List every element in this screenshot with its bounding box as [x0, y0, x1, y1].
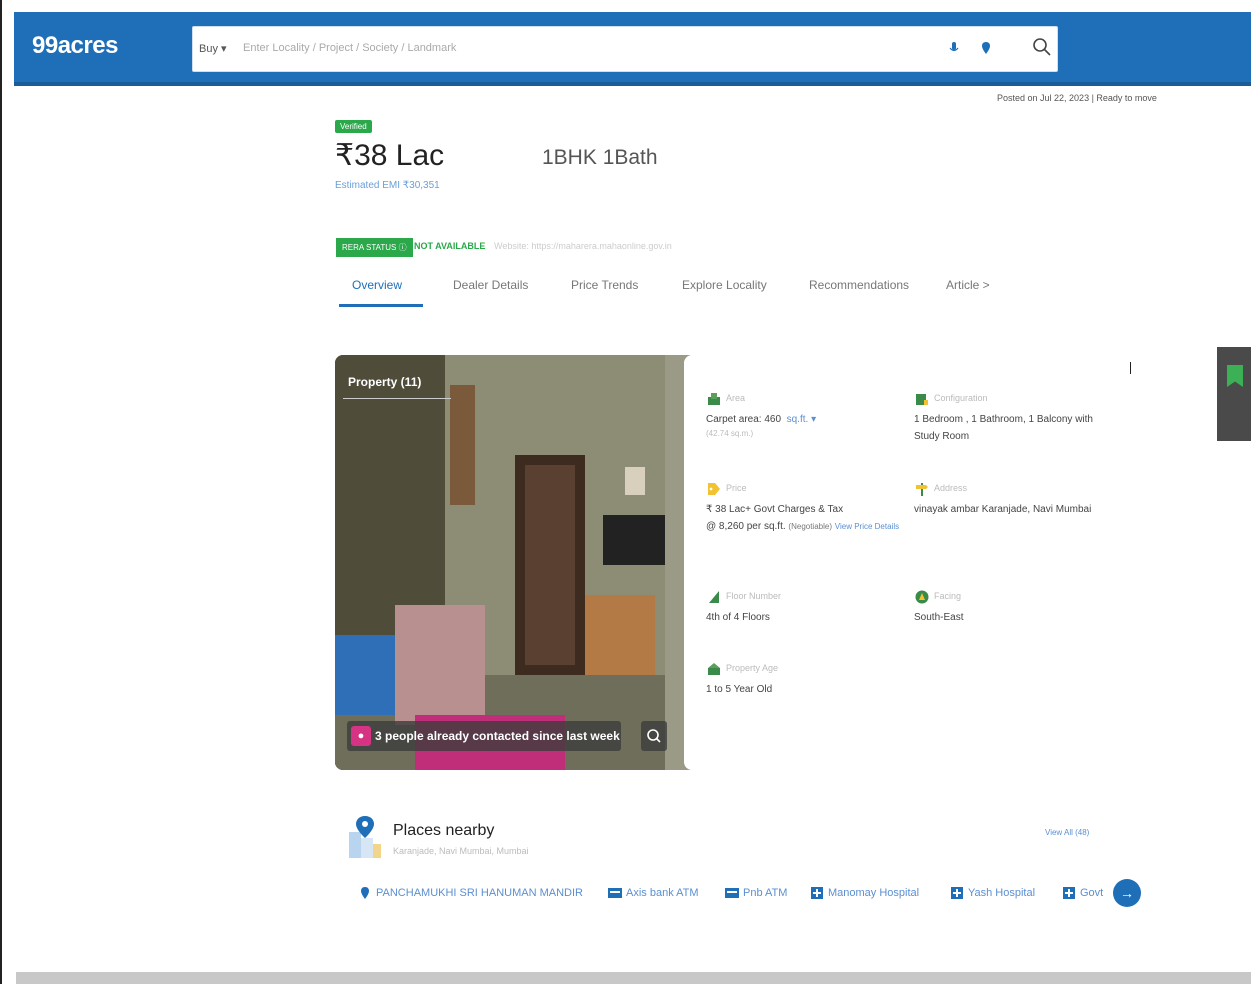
price-heading: ₹38 Lac	[335, 139, 445, 172]
places-nearby-subtitle: Karanjade, Navi Mumbai, Mumbai	[393, 846, 529, 856]
floor-label: Floor Number	[726, 591, 782, 601]
place-item[interactable]: Yash Hospital	[950, 887, 1035, 900]
address-value: vinayak ambar Karanjade, Navi Mumbai	[914, 504, 1092, 515]
places-nearby-title: Places nearby	[393, 822, 495, 839]
area-label: Area	[726, 393, 746, 403]
active-tab-indicator	[339, 304, 423, 307]
contacted-text: 3 people already contacted since last we…	[375, 729, 620, 743]
place-item[interactable]: PANCHAMUKHI SRI HANUMAN MANDIR	[358, 887, 583, 900]
configuration-label: Configuration	[934, 393, 988, 403]
place-item[interactable]: Manomay Hospital	[810, 887, 919, 900]
gallery-label: Property (11)	[348, 375, 422, 389]
facing-value: South-East	[914, 612, 964, 623]
bookmark-icon	[1227, 365, 1243, 387]
rera-status-badge: RERA STATUS ⓘ	[336, 238, 413, 257]
logo[interactable]: 99acres	[32, 32, 118, 60]
configuration-heading: 1BHK 1Bath	[542, 146, 658, 169]
hospital-icon	[1063, 887, 1075, 900]
property-details-panel: Area Carpet area: 460 sq.ft. ▾ (42.74 sq…	[684, 355, 1134, 770]
location-icon[interactable]	[981, 41, 993, 57]
area-sqm: (42.74 sq.m.)	[706, 429, 754, 438]
floor-icon	[709, 591, 719, 603]
floor-value: 4th of 4 Floors	[706, 612, 770, 623]
gallery-label-divider	[343, 398, 451, 399]
property-age-label: Property Age	[726, 663, 779, 673]
tab-article[interactable]: Article >	[946, 278, 990, 292]
area-icon	[708, 393, 720, 405]
property-photo	[335, 355, 710, 770]
tab-overview[interactable]: Overview	[352, 278, 402, 292]
shortlist-side-widget[interactable]	[1217, 347, 1251, 441]
verified-badge: Verified	[335, 120, 372, 133]
place-item[interactable]: Axis bank ATM	[608, 887, 699, 899]
search-icon[interactable]	[1031, 36, 1055, 60]
area-unit-toggle[interactable]: sq.ft.	[787, 414, 809, 425]
place-item[interactable]: Pnb ATM	[725, 887, 787, 899]
arrow-right-icon: →	[1120, 885, 1134, 901]
property-age-icon	[708, 663, 720, 675]
mic-icon[interactable]	[949, 41, 961, 57]
tab-dealer-details[interactable]: Dealer Details	[453, 278, 528, 292]
places-next-button[interactable]: →	[1113, 879, 1141, 907]
zoom-icon	[647, 729, 661, 743]
address-label: Address	[934, 483, 968, 493]
tab-price-trends[interactable]: Price Trends	[571, 278, 638, 292]
page: 99acres Buy ▾ Enter Locality / Project /…	[0, 0, 1251, 984]
price-label: Price	[726, 483, 747, 493]
top-header: 99acres Buy ▾ Enter Locality / Project /…	[14, 12, 1251, 86]
tab-explore-locality[interactable]: Explore Locality	[682, 278, 767, 292]
bottom-scan-edge	[16, 972, 1251, 984]
price-tag-icon	[708, 483, 720, 495]
view-all-places-link[interactable]: View All (48)	[1045, 828, 1089, 837]
view-price-details-link[interactable]: View Price Details	[835, 522, 899, 531]
price-value: ₹ 38 Lac+ Govt Charges & Tax @ 8,260 per…	[706, 504, 900, 532]
property-photo-gallery[interactable]: Property (11) ● 3 people already contact…	[335, 355, 710, 770]
emi-link[interactable]: Estimated EMI ₹30,351	[335, 180, 440, 191]
temple-pin-icon	[361, 887, 369, 900]
text-cursor	[1130, 362, 1131, 374]
facing-label: Facing	[934, 591, 962, 601]
search-bar[interactable]: Buy ▾ Enter Locality / Project / Society…	[192, 26, 1058, 72]
places-nearby-icon	[349, 816, 381, 858]
compass-icon	[915, 590, 929, 604]
search-type-dropdown[interactable]: Buy ▾	[199, 42, 227, 55]
hospital-icon	[951, 887, 963, 900]
hospital-icon	[811, 887, 823, 900]
posted-date: Posted on Jul 22, 2023 | Ready to move	[997, 93, 1157, 103]
places-list: PANCHAMUKHI SRI HANUMAN MANDIR Axis bank…	[355, 881, 1145, 911]
area-value: Carpet area: 460 sq.ft. ▾	[706, 414, 817, 425]
configuration-icon	[916, 394, 928, 405]
zoom-button[interactable]	[641, 721, 667, 751]
contacted-banner: ● 3 people already contacted since last …	[347, 721, 621, 751]
property-age-value: 1 to 5 Year Old	[706, 684, 773, 695]
tab-recommendations[interactable]: Recommendations	[809, 278, 909, 292]
search-input[interactable]: Enter Locality / Project / Society / Lan…	[243, 42, 456, 54]
contacted-icon: ●	[351, 726, 371, 746]
configuration-value: 1 Bedroom , 1 Bathroom, 1 Balcony with S…	[914, 414, 1093, 442]
place-item[interactable]: Govt	[1062, 887, 1103, 900]
atm-icon	[608, 888, 622, 899]
rera-note[interactable]: Website: https://maharera.mahaonline.gov…	[494, 241, 672, 251]
section-tabs: Overview Dealer Details Price Trends Exp…	[335, 268, 1035, 308]
atm-icon	[725, 888, 739, 899]
rera-value: NOT AVAILABLE	[414, 241, 486, 251]
address-icon	[916, 483, 928, 496]
